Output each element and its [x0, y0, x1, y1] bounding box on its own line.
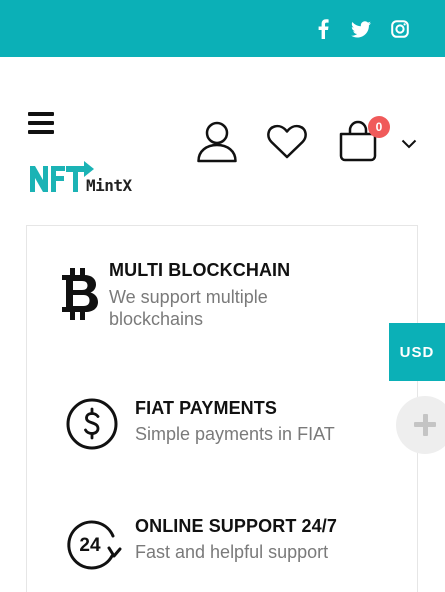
- instagram-icon[interactable]: [388, 17, 412, 41]
- chevron-down-icon[interactable]: [401, 136, 417, 154]
- hamburger-menu-icon[interactable]: [28, 112, 54, 134]
- bitcoin-icon: [60, 267, 100, 326]
- heart-icon[interactable]: [266, 124, 308, 165]
- site-logo[interactable]: MintX: [28, 158, 148, 198]
- feature-title: FIAT PAYMENTS: [135, 398, 277, 418]
- feature-description: Fast and helpful support: [135, 542, 329, 562]
- twitter-icon[interactable]: [349, 17, 373, 41]
- support-24-label: 24: [79, 535, 101, 556]
- feature-description: We support multiple: [109, 287, 268, 307]
- support-24-icon: 24: [65, 518, 123, 577]
- cart-count-badge: 0: [368, 116, 390, 138]
- feature-description: blockchains: [109, 309, 204, 329]
- plus-icon[interactable]: [396, 396, 445, 454]
- logo-text: MintX: [86, 176, 132, 195]
- top-bar: [0, 0, 445, 57]
- dollar-circle-icon: [66, 398, 120, 457]
- feature-title: ONLINE SUPPORT 24/7: [135, 516, 337, 536]
- user-icon[interactable]: [196, 121, 238, 168]
- facebook-icon[interactable]: [311, 17, 335, 41]
- feature-description: Simple payments in FIAT: [135, 424, 335, 444]
- currency-switcher-button[interactable]: USD: [389, 323, 445, 381]
- features-panel: MULTI BLOCKCHAIN We support multiple blo…: [26, 225, 418, 592]
- feature-title: MULTI BLOCKCHAIN: [109, 260, 291, 280]
